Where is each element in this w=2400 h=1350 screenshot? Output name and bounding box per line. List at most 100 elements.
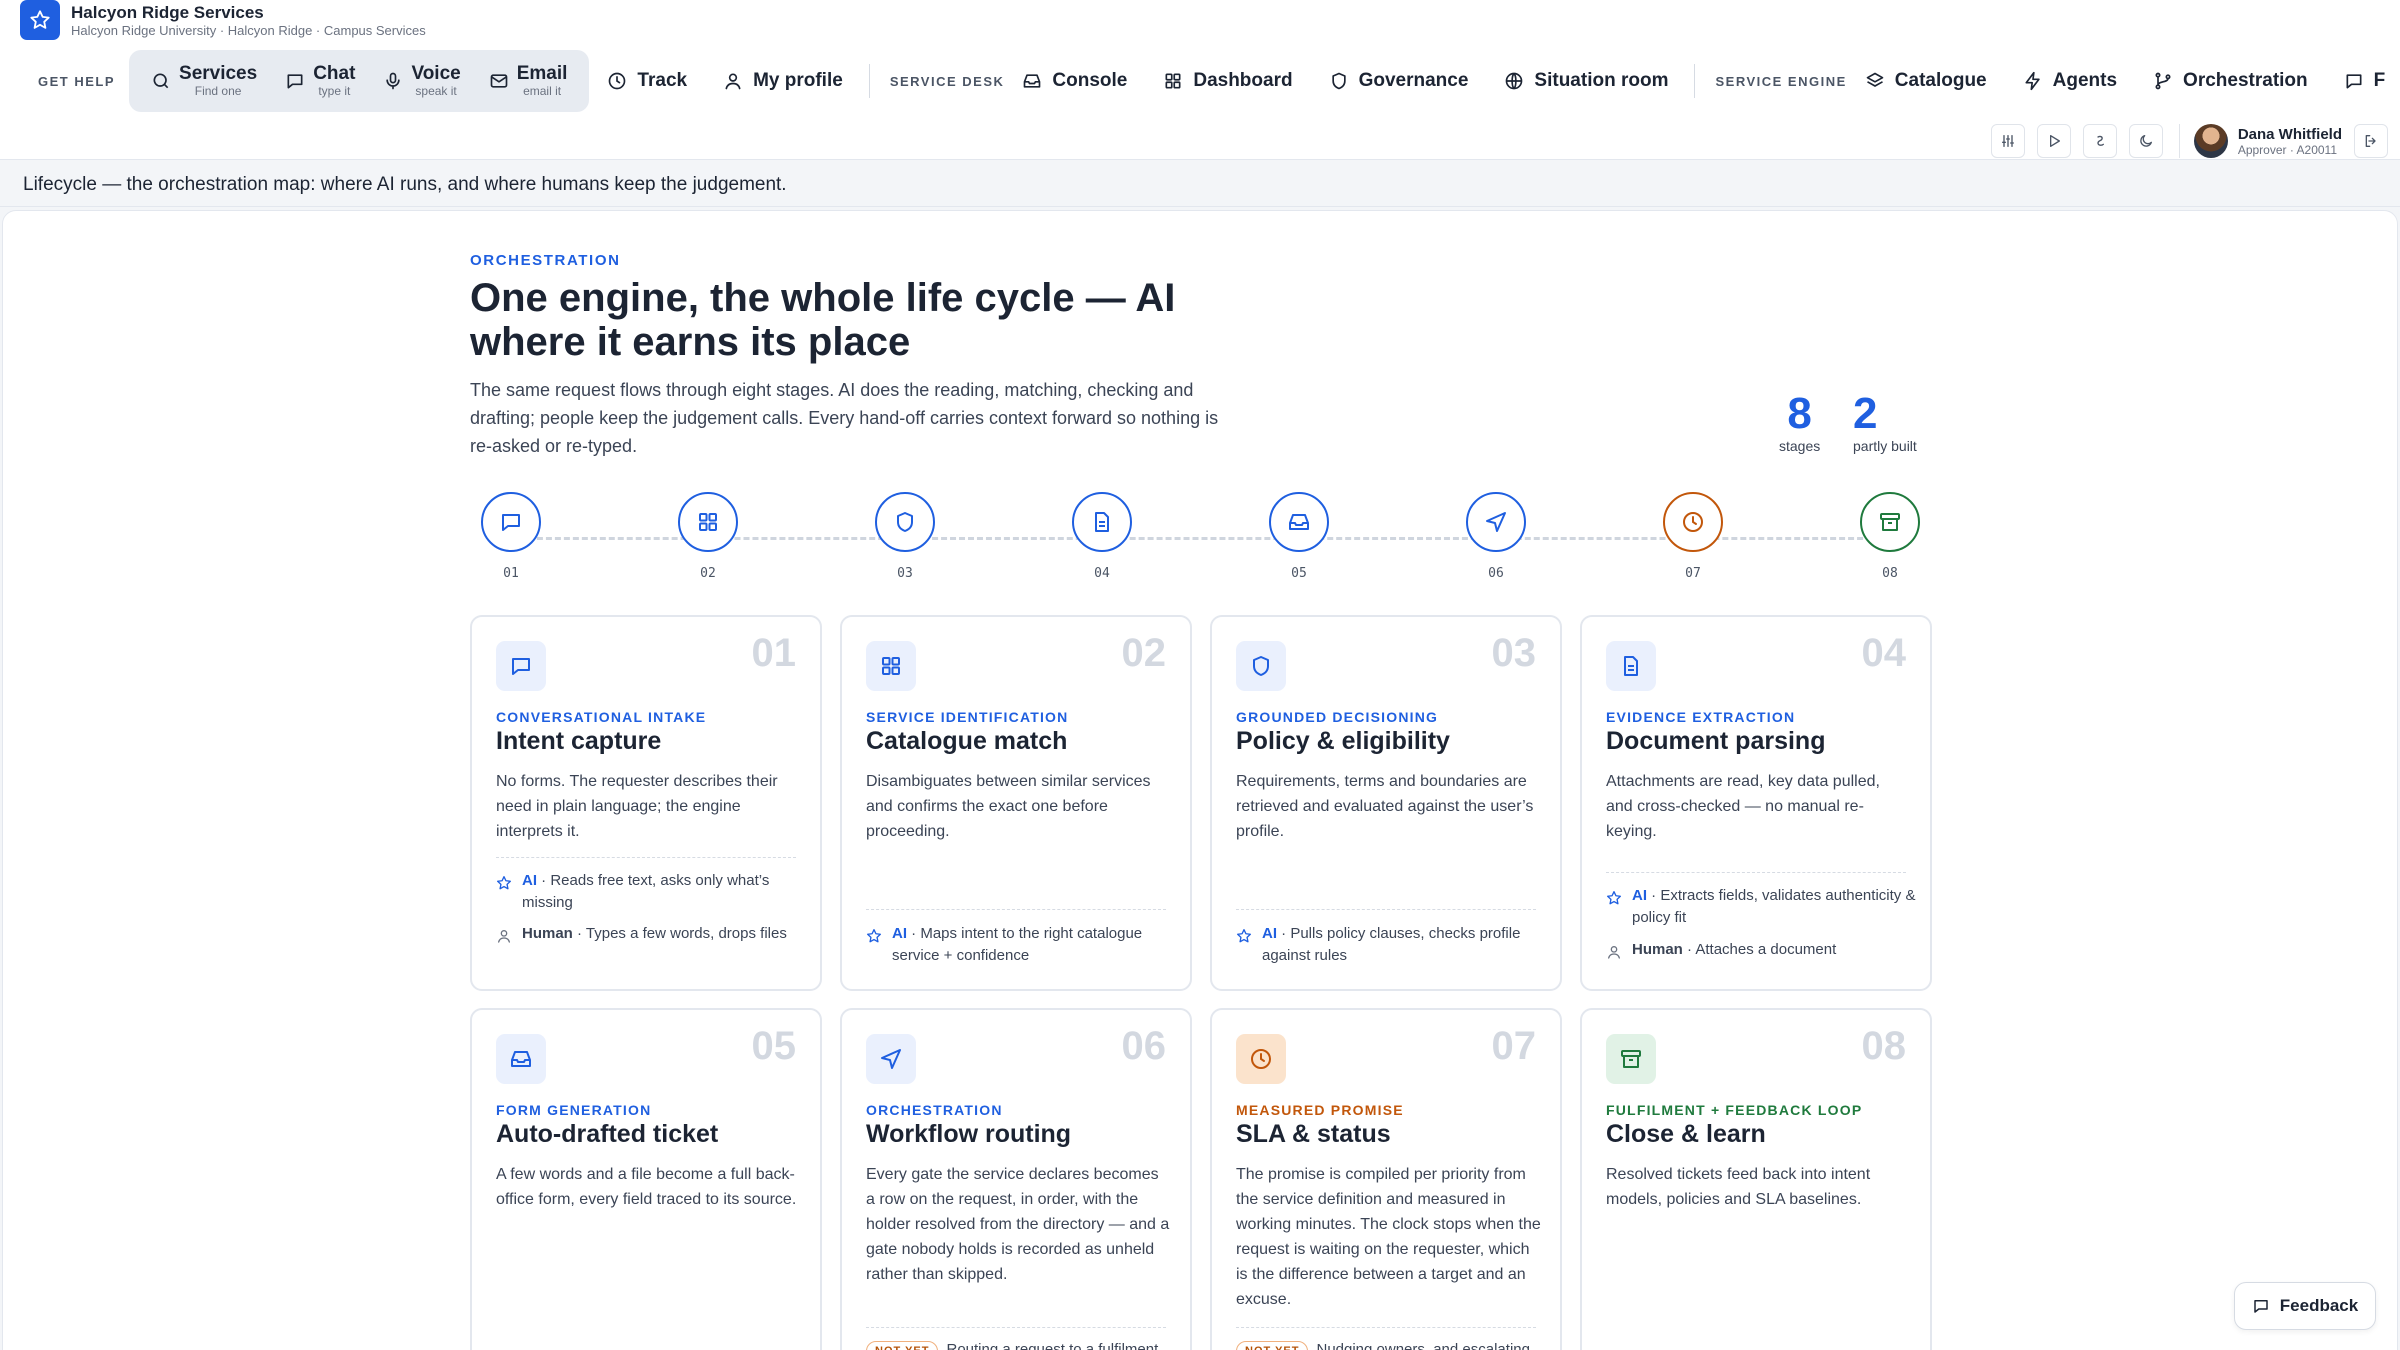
ai-label: AI bbox=[1632, 887, 1647, 904]
brand-name: Halcyon Ridge Services bbox=[71, 2, 264, 22]
card-status-row: NOT YET Nudging owners, and escalating bbox=[1236, 1339, 1546, 1350]
nav-voice-label: Voice bbox=[411, 63, 461, 84]
timeline-stage-03[interactable]: 03 bbox=[860, 492, 950, 581]
nav-catalogue[interactable]: Catalogue bbox=[1861, 50, 2005, 112]
card-number: 04 bbox=[1861, 631, 1907, 675]
user-menu[interactable]: Dana Whitfield Approver · A20011 bbox=[2193, 124, 2342, 158]
send-icon bbox=[1466, 492, 1526, 552]
mail-icon bbox=[490, 74, 508, 88]
timeline-stage-01[interactable]: 01 bbox=[466, 492, 556, 581]
brand[interactable]: Halcyon Ridge Services Halcyon Ridge Uni… bbox=[20, 0, 426, 40]
timeline-stage-02[interactable]: 02 bbox=[663, 492, 753, 581]
header-toolbar: Dana Whitfield Approver · A20011 bbox=[1979, 120, 2400, 162]
nav-console[interactable]: Console bbox=[1018, 50, 1145, 112]
grid-icon bbox=[678, 492, 738, 552]
message-icon bbox=[2254, 1300, 2268, 1313]
card-divider bbox=[866, 909, 1166, 910]
shield-icon bbox=[1331, 72, 1346, 90]
stage-card-02[interactable]: 02 SERVICE IDENTIFICATION Catalogue matc… bbox=[840, 615, 1192, 991]
language-button[interactable] bbox=[2082, 124, 2117, 158]
timeline-stage-04[interactable]: 04 bbox=[1057, 492, 1147, 581]
human-text: · Attaches a document bbox=[1687, 941, 1837, 958]
help-channel-group: Services Find one Chat type it Voice speak … bbox=[129, 50, 590, 112]
card-kicker: ORCHESTRATION bbox=[866, 1102, 1003, 1118]
timeline-stage-number: 06 bbox=[1488, 566, 1504, 581]
timeline-stage-06[interactable]: 06 bbox=[1451, 492, 1541, 581]
card-status-row: NOT YET Routing a request to a fulfilment bbox=[866, 1339, 1176, 1350]
star-icon bbox=[497, 876, 511, 890]
stat-stages: 8 stages bbox=[1779, 390, 1820, 455]
archive-icon bbox=[1860, 492, 1920, 552]
play-icon bbox=[2049, 135, 2060, 147]
timeline-stage-number: 01 bbox=[503, 566, 519, 581]
card-description: Resolved tickets feed back into intent m… bbox=[1606, 1166, 1871, 1208]
feedback-button[interactable]: Feedback bbox=[2234, 1282, 2376, 1330]
stage-card-04[interactable]: 04 EVIDENCE EXTRACTION Document parsing … bbox=[1580, 615, 1932, 991]
card-human-row: Human · Types a few words, drops files bbox=[496, 923, 806, 945]
nav-track[interactable]: Track bbox=[589, 50, 705, 112]
nav-orchestration[interactable]: Orchestration bbox=[2135, 50, 2326, 112]
dark-mode-button[interactable] bbox=[2128, 124, 2163, 158]
stage-card-03[interactable]: 03 GROUNDED DECISIONING Policy & eligibi… bbox=[1210, 615, 1562, 991]
card-divider bbox=[866, 1327, 1166, 1328]
stat-partly-built-caption: partly built bbox=[1853, 438, 1917, 454]
nav-dashboard[interactable]: Dashboard bbox=[1145, 50, 1310, 112]
nav-chat[interactable]: Chat type it bbox=[271, 50, 369, 112]
ai-text: · Maps intent to the right catalogue ser… bbox=[892, 925, 1143, 964]
nav-my-profile[interactable]: My profile bbox=[705, 50, 861, 112]
page-description: The same request flows through eight sta… bbox=[470, 380, 1219, 456]
play-button[interactable] bbox=[2036, 124, 2071, 158]
nav-agents[interactable]: Agents bbox=[2005, 50, 2135, 112]
inbox-icon bbox=[496, 1034, 546, 1084]
settings-sliders-button[interactable] bbox=[1990, 124, 2025, 158]
avatar bbox=[2193, 124, 2228, 158]
layers-icon bbox=[1866, 72, 1884, 87]
timeline-stage-number: 05 bbox=[1291, 566, 1307, 581]
human-label: Human bbox=[1632, 941, 1683, 958]
stage-card-07[interactable]: 07 MEASURED PROMISE SLA & status The pro… bbox=[1210, 1008, 1562, 1350]
shield-icon bbox=[875, 492, 935, 552]
nav-chat-sub: type it bbox=[318, 84, 351, 98]
moon-icon bbox=[2140, 135, 2152, 147]
breadcrumb: Lifecycle — the orchestration map: where… bbox=[0, 163, 2400, 207]
page-eyebrow: ORCHESTRATION bbox=[470, 252, 621, 269]
inbox-icon bbox=[1024, 74, 1041, 88]
card-title: SLA & status bbox=[1236, 1120, 1391, 1148]
nav-services-sub: Find one bbox=[194, 84, 242, 98]
card-kicker: SERVICE IDENTIFICATION bbox=[866, 709, 1069, 725]
feedback-label: Feedback bbox=[2279, 1296, 2359, 1315]
nav-voice[interactable]: Voice speak it bbox=[369, 50, 474, 112]
timeline-stage-07[interactable]: 07 bbox=[1648, 492, 1738, 581]
card-number: 05 bbox=[751, 1024, 797, 1068]
clock-icon bbox=[1236, 1034, 1286, 1084]
nav-divider bbox=[868, 64, 870, 98]
nav-overflow-item[interactable]: F bbox=[2326, 50, 2385, 112]
nav-email[interactable]: Email email it bbox=[475, 50, 582, 112]
card-divider bbox=[1236, 909, 1536, 910]
language-icon bbox=[2097, 135, 2104, 146]
card-description: Disambiguates between similar services a… bbox=[866, 773, 1151, 840]
inbox-icon bbox=[1269, 492, 1329, 552]
card-description: Attachments are read, key data pulled, a… bbox=[1606, 773, 1880, 840]
stage-card-06[interactable]: 06 ORCHESTRATION Workflow routing Every … bbox=[840, 1008, 1192, 1350]
chat-icon bbox=[496, 641, 546, 691]
search-icon bbox=[153, 73, 169, 89]
card-kicker: GROUNDED DECISIONING bbox=[1236, 709, 1439, 725]
stage-card-05[interactable]: 05 FORM GENERATION Auto-drafted ticket A… bbox=[470, 1008, 822, 1350]
stage-card-01[interactable]: 01 CONVERSATIONAL INTAKE Intent capture … bbox=[470, 615, 822, 991]
nav-situation-room[interactable]: Situation room bbox=[1486, 50, 1686, 112]
human-text: · Types a few words, drops files bbox=[577, 925, 787, 942]
card-title: Catalogue match bbox=[866, 727, 1068, 755]
nav-governance[interactable]: Governance bbox=[1311, 50, 1487, 112]
logout-icon bbox=[2365, 135, 2376, 147]
timeline-stage-05[interactable]: 05 bbox=[1254, 492, 1344, 581]
nav-my-profile-label: My profile bbox=[753, 70, 843, 91]
timeline-stage-number: 02 bbox=[700, 566, 716, 581]
nav-services[interactable]: Services Find one bbox=[137, 50, 271, 112]
card-kicker: EVIDENCE EXTRACTION bbox=[1606, 709, 1796, 725]
timeline-stage-08[interactable]: 08 bbox=[1845, 492, 1935, 581]
user-icon bbox=[725, 73, 741, 90]
human-label: Human bbox=[522, 925, 573, 942]
sign-out-button[interactable] bbox=[2354, 124, 2388, 158]
stage-card-08[interactable]: 08 FULFILMENT + FEEDBACK LOOP Close & le… bbox=[1580, 1008, 1932, 1350]
